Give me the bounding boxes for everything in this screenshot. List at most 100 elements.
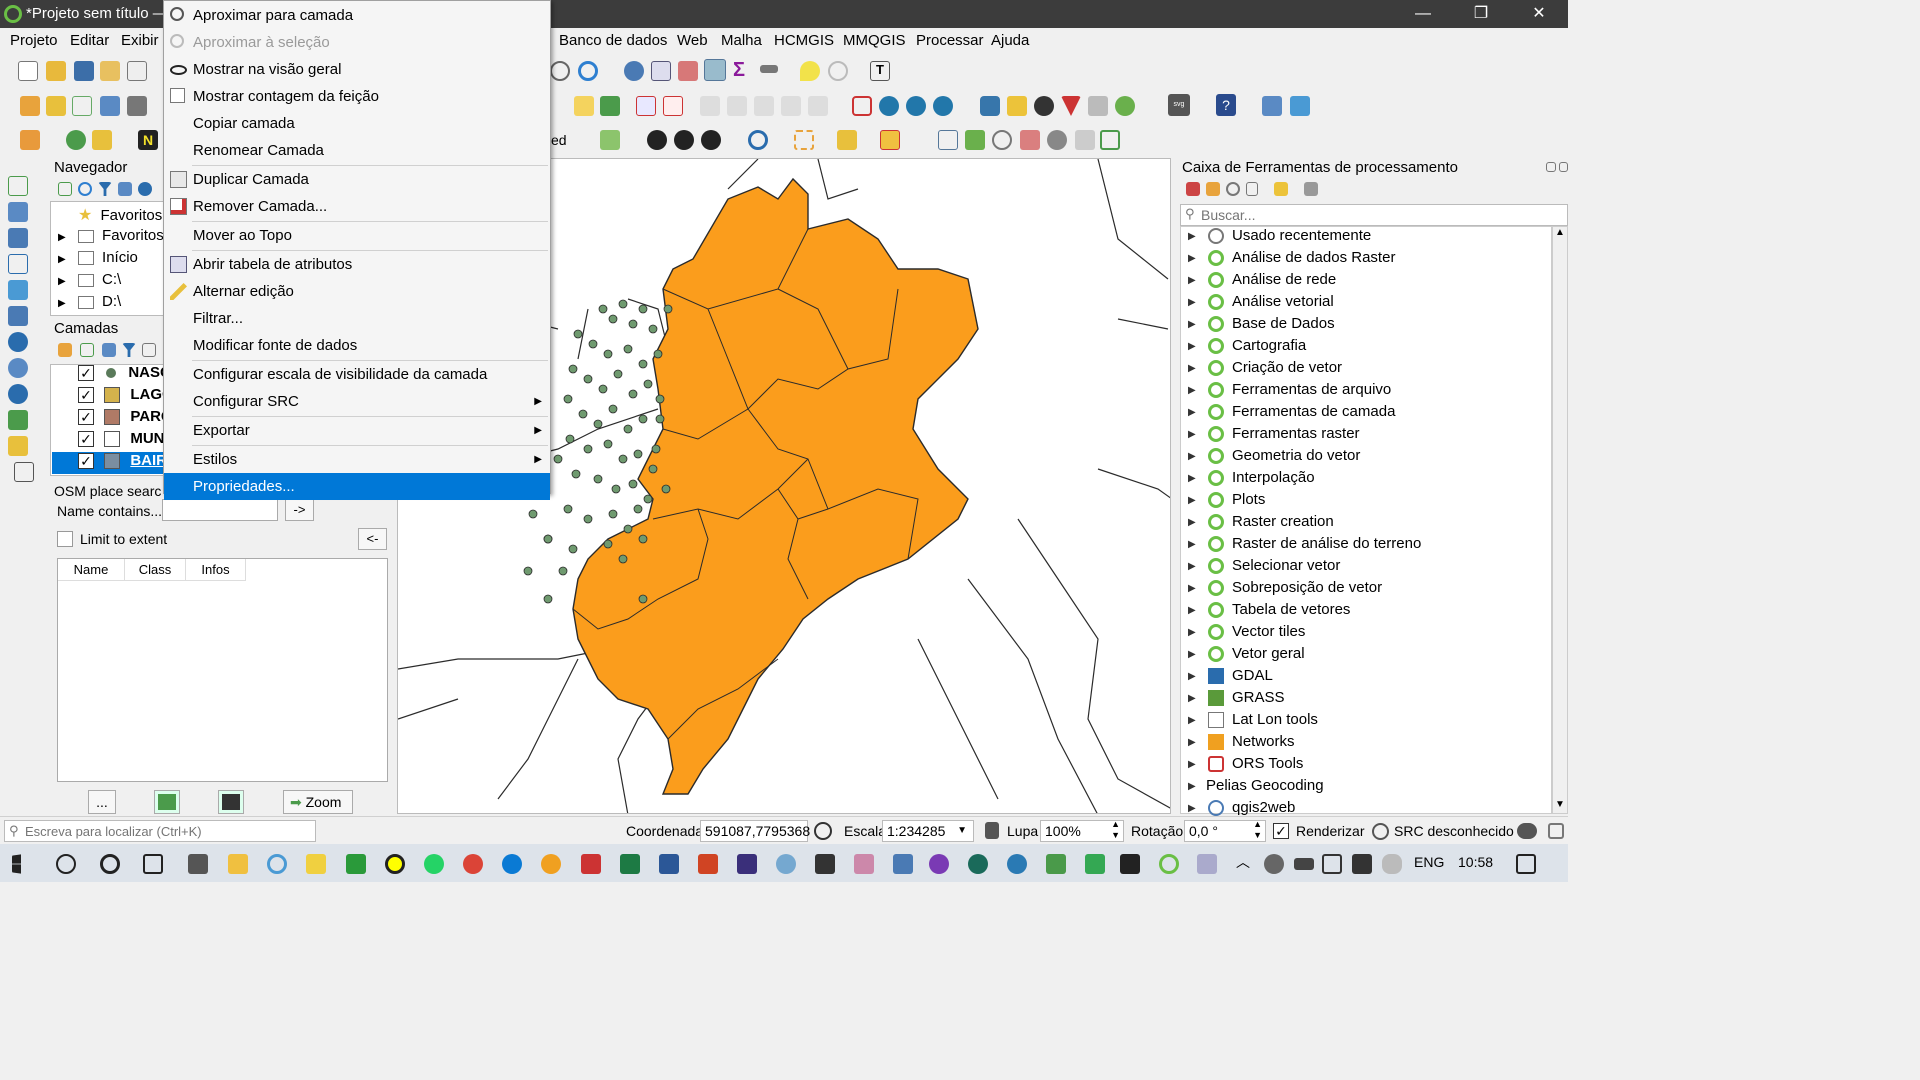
- processing-group-geometria-do-vetor[interactable]: ▶ Geometria do vetor: [1186, 447, 1360, 469]
- layer-row-parq[interactable]: ✓ PARQ: [52, 408, 164, 430]
- scale-combobox[interactable]: 1:234285 ▼: [882, 820, 974, 842]
- expand-arrow-icon[interactable]: ▶: [58, 232, 66, 243]
- models-icon[interactable]: [1186, 182, 1200, 196]
- dropdown-arrow-icon[interactable]: ▼: [957, 821, 967, 841]
- expand-arrow-icon[interactable]: ▶: [1188, 319, 1196, 330]
- minimize-button[interactable]: —: [1394, 0, 1452, 28]
- expand-arrow-icon[interactable]: ▶: [1188, 759, 1196, 770]
- print-layout-icon[interactable]: [127, 61, 147, 81]
- app-blue-globe-icon[interactable]: [1007, 854, 1027, 874]
- add-virtual-icon[interactable]: [8, 410, 28, 430]
- add-gps-icon[interactable]: [8, 280, 28, 300]
- add-wfs-icon[interactable]: [8, 358, 28, 378]
- new-layer-icon[interactable]: [46, 96, 66, 116]
- processing-group-sobreposicao-de-vetor[interactable]: ▶ Sobreposição de vetor: [1186, 579, 1382, 601]
- dropbox-icon[interactable]: [1352, 854, 1372, 874]
- expand-arrow-icon[interactable]: ▶: [1188, 429, 1196, 440]
- zoom-in-icon[interactable]: [992, 130, 1012, 150]
- menu-item-remover-camada[interactable]: Remover Camada...: [164, 193, 550, 220]
- layer-visibility-checkbox[interactable]: ✓: [78, 365, 94, 382]
- browser-item-favoritos[interactable]: ★ Favoritos: [58, 205, 164, 227]
- expand-arrow-icon[interactable]: ▶: [1188, 803, 1196, 814]
- osm-more-button[interactable]: ...: [88, 790, 116, 814]
- select-rect-icon[interactable]: [794, 130, 814, 150]
- messages-icon[interactable]: [1517, 823, 1537, 839]
- expand-arrow-icon[interactable]: ▶: [1188, 385, 1196, 396]
- copy-feature-icon[interactable]: [938, 130, 958, 150]
- add-wcs-icon[interactable]: [8, 384, 28, 404]
- plugins-status-icon[interactable]: [1548, 823, 1564, 839]
- remote-desktop-icon[interactable]: [893, 854, 913, 874]
- globe-2-icon[interactable]: [906, 96, 926, 116]
- globe-dark-3-icon[interactable]: [701, 130, 721, 150]
- globe-3-icon[interactable]: [933, 96, 953, 116]
- processing-group-analise-de-rede[interactable]: ▶ Análise de rede: [1186, 271, 1336, 293]
- osm-add-layer-button[interactable]: [218, 790, 244, 814]
- expand-arrow-icon[interactable]: ▶: [58, 254, 66, 265]
- menu-web[interactable]: Web: [677, 32, 708, 49]
- menu-item-propriedades[interactable]: Propriedades...: [164, 473, 550, 500]
- expand-arrow-icon[interactable]: ▶: [1188, 473, 1196, 484]
- globe-grey-icon[interactable]: [1047, 130, 1067, 150]
- scripts-icon[interactable]: [1206, 182, 1220, 196]
- layer-visibility-checkbox[interactable]: ✓: [78, 453, 94, 470]
- browser-item-c-drive[interactable]: ▶ C:\: [58, 271, 164, 293]
- filter-expression-icon[interactable]: [142, 343, 156, 357]
- label-change-icon[interactable]: [781, 96, 801, 116]
- menu-item-configurar-src[interactable]: Configurar SRC ▶: [164, 388, 550, 415]
- processing-group-raster-creation[interactable]: ▶ Raster creation: [1186, 513, 1334, 535]
- route-icon[interactable]: [1290, 96, 1310, 116]
- rotation-spinbox[interactable]: 0,0 ° ▲ ▼: [1184, 819, 1266, 842]
- clock-icon[interactable]: [550, 61, 570, 81]
- render-checkbox[interactable]: ✓: [1273, 823, 1289, 839]
- camera-icon[interactable]: [1088, 96, 1108, 116]
- float-panel-icon[interactable]: [1546, 162, 1556, 172]
- limit-extent-checkbox[interactable]: [57, 531, 73, 547]
- add-delimited-icon[interactable]: [8, 436, 28, 456]
- norton-icon[interactable]: [385, 854, 405, 874]
- menu-exibir[interactable]: Exibir: [121, 32, 159, 49]
- close-button[interactable]: ✕: [1510, 0, 1568, 28]
- texmaker-icon[interactable]: [737, 854, 757, 874]
- attribute-table-icon[interactable]: [651, 61, 671, 81]
- expand-arrow-icon[interactable]: ▶: [1188, 231, 1196, 242]
- select-location-icon[interactable]: [965, 130, 985, 150]
- evernote-icon[interactable]: [346, 854, 366, 874]
- expand-arrow-icon[interactable]: ▶: [1188, 363, 1196, 374]
- label-rotate-icon[interactable]: [754, 96, 774, 116]
- menu-item-filtrar[interactable]: Filtrar...: [164, 305, 550, 332]
- spin-arrows-icon[interactable]: ▲ ▼: [1111, 819, 1120, 841]
- label-icon[interactable]: [574, 96, 594, 116]
- menu-item-copiar-camada[interactable]: Copiar camada: [164, 110, 550, 137]
- expand-arrow-icon[interactable]: ▶: [1188, 517, 1196, 528]
- menu-processar[interactable]: Processar: [916, 32, 984, 49]
- excel-icon[interactable]: [620, 854, 640, 874]
- refresh-icon[interactable]: [578, 61, 598, 81]
- refresh-browser-icon[interactable]: [78, 182, 92, 196]
- task-view-icon[interactable]: [143, 854, 163, 874]
- collapse-icon[interactable]: [118, 182, 132, 196]
- security-tray-icon[interactable]: [1264, 854, 1284, 874]
- browser-item-favoritos-2[interactable]: ▶ Favoritos: [58, 227, 164, 249]
- battery-icon[interactable]: [1294, 858, 1314, 870]
- expand-arrow-icon[interactable]: ▶: [1188, 693, 1196, 704]
- processing-group-ferramentas-raster[interactable]: ▶ Ferramentas raster: [1186, 425, 1360, 447]
- osm-results-table[interactable]: Name Class Infos: [57, 558, 388, 782]
- layer-visibility-checkbox[interactable]: ✓: [78, 387, 94, 404]
- processing-group-tabela-de-vetores[interactable]: ▶ Tabela de vetores: [1186, 601, 1350, 623]
- pin-icon[interactable]: [1061, 96, 1081, 116]
- processing-group-vector-tiles[interactable]: ▶ Vector tiles: [1186, 623, 1305, 645]
- maps-icon[interactable]: [1085, 854, 1105, 874]
- processing-group-ors-tools[interactable]: ▶ ORS Tools: [1186, 755, 1303, 777]
- expand-arrow-icon[interactable]: ▶: [58, 298, 66, 309]
- locator-input[interactable]: [25, 823, 313, 840]
- menu-item-duplicar-camada[interactable]: Duplicar Camada: [164, 166, 550, 193]
- expand-arrow-icon[interactable]: ▶: [1188, 407, 1196, 418]
- processing-group-cartografia[interactable]: ▶ Cartografia: [1186, 337, 1306, 359]
- processing-search-box[interactable]: ⚲: [1180, 204, 1568, 226]
- globe-icon[interactable]: [879, 96, 899, 116]
- app-circle-icon[interactable]: [267, 854, 287, 874]
- processing-icon[interactable]: [704, 59, 726, 81]
- app-orange-icon[interactable]: [541, 854, 561, 874]
- app-purple-icon[interactable]: [929, 854, 949, 874]
